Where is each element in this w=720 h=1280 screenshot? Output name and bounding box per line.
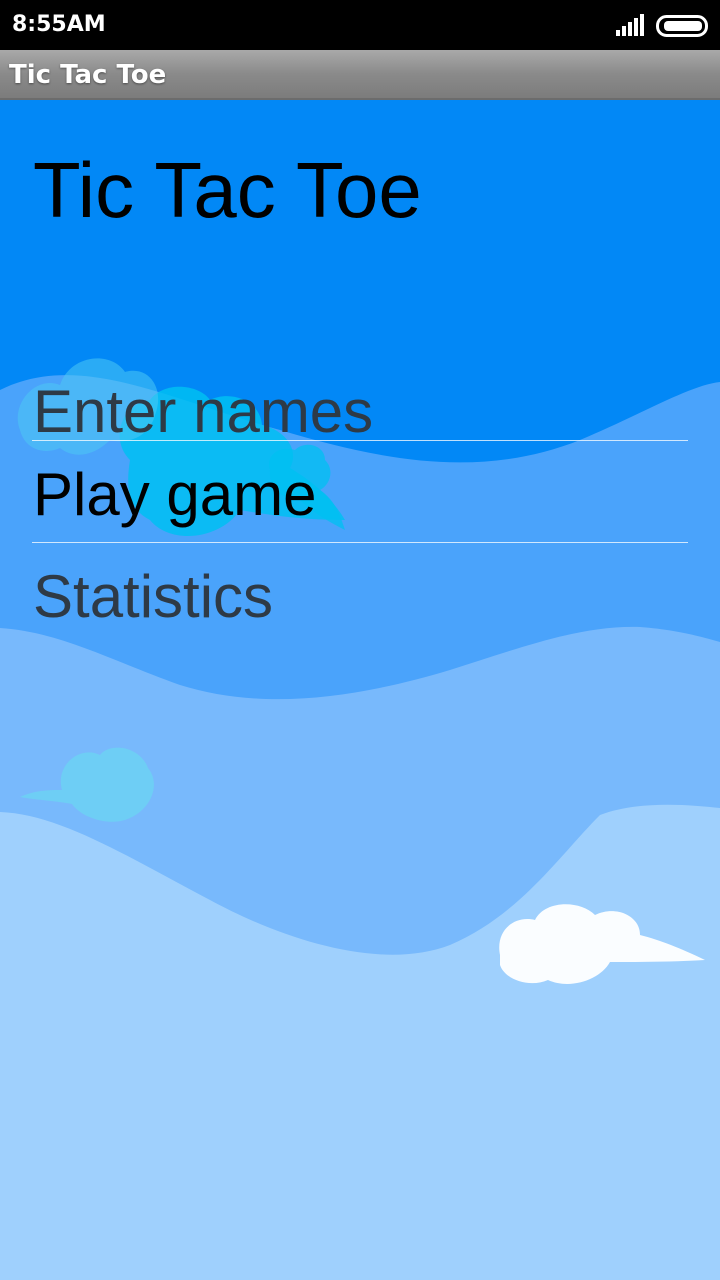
menu-item-play-game[interactable]: Play game	[32, 440, 688, 542]
status-time: 8:55AM	[12, 12, 106, 37]
status-bar: 8:55AM	[0, 0, 720, 50]
battery-icon	[656, 15, 708, 37]
app-screen: 8:55AM Tic Tac Toe Tic Tac Toe Enter nam…	[0, 0, 720, 1280]
menu-item-label: Enter names	[33, 378, 374, 445]
signal-bars-icon	[616, 14, 644, 36]
main-content: Tic Tac Toe Enter names Play game Statis…	[0, 100, 720, 1280]
action-bar: Tic Tac Toe	[0, 50, 720, 100]
menu-item-label: Play game	[33, 461, 317, 528]
action-bar-title: Tic Tac Toe	[9, 60, 167, 90]
page-title: Tic Tac Toe	[33, 146, 422, 234]
sky-background	[0, 100, 720, 1280]
menu-item-statistics[interactable]: Statistics	[32, 542, 688, 644]
menu-item-label: Statistics	[33, 563, 274, 630]
